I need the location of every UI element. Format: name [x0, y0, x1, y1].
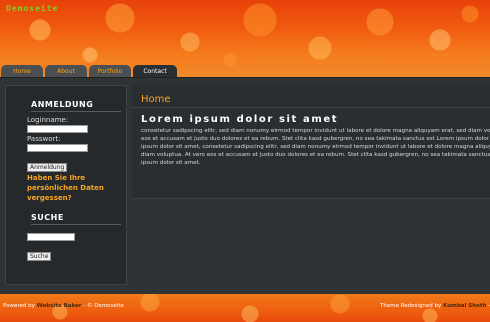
- footer-credits: Powered by Website Baker - © Demoseite: [3, 303, 124, 309]
- article-heading: Lorem ipsum dolor sit amet: [141, 114, 339, 125]
- header-banner: Demoseite Home About Portfolio Contact: [0, 0, 490, 78]
- password-input[interactable]: [27, 144, 88, 152]
- website-baker-link[interactable]: Website Baker: [37, 303, 82, 309]
- article-body: consetetur sadipscing elitr, sed diam no…: [141, 127, 490, 167]
- username-input[interactable]: [27, 125, 88, 133]
- search-button[interactable]: Suche: [27, 252, 52, 261]
- search-input[interactable]: [27, 233, 75, 241]
- title-divider: [132, 107, 490, 108]
- powered-suffix: - © Demoseite: [83, 303, 124, 309]
- theme-prefix: Theme Redesigned by: [380, 303, 442, 309]
- body-line: diam voluptua. At vero eos et accusam et…: [141, 152, 490, 158]
- powered-prefix: Powered by: [3, 303, 35, 309]
- body-line: ipsum dolor sit amet.: [141, 160, 201, 166]
- username-label: Loginname:: [27, 116, 69, 124]
- body-line: consetetur sadipscing elitr, sed diam no…: [141, 128, 490, 134]
- header-divider: [0, 77, 490, 78]
- theme-author-link[interactable]: Kumbal Sheth: [443, 303, 486, 309]
- site-logo[interactable]: Demoseite: [6, 4, 58, 13]
- login-heading: ANMELDUNG: [31, 100, 121, 112]
- main-content: Home Lorem ipsum dolor sit amet consetet…: [132, 85, 490, 199]
- body-line: ipsum dolor sit amet, consetetur sadipsc…: [141, 144, 490, 150]
- footer-theme-credit: Theme Redesigned by Kumbal Sheth -: [380, 303, 490, 309]
- search-heading: SUCHE: [31, 213, 121, 225]
- sidebar: ANMELDUNG Loginname: Passwort: Anmeldung…: [5, 85, 127, 285]
- login-button[interactable]: Anmeldung: [27, 163, 68, 172]
- body-line: eos et accusam et justo duo dolores et e…: [141, 136, 490, 142]
- forgot-password-link[interactable]: Haben Sie Ihre persönlichen Daten verges…: [27, 173, 117, 203]
- footer: Powered by Website Baker - © Demoseite T…: [0, 294, 490, 322]
- page-title: Home: [141, 94, 171, 105]
- password-label: Passwort:: [27, 135, 61, 143]
